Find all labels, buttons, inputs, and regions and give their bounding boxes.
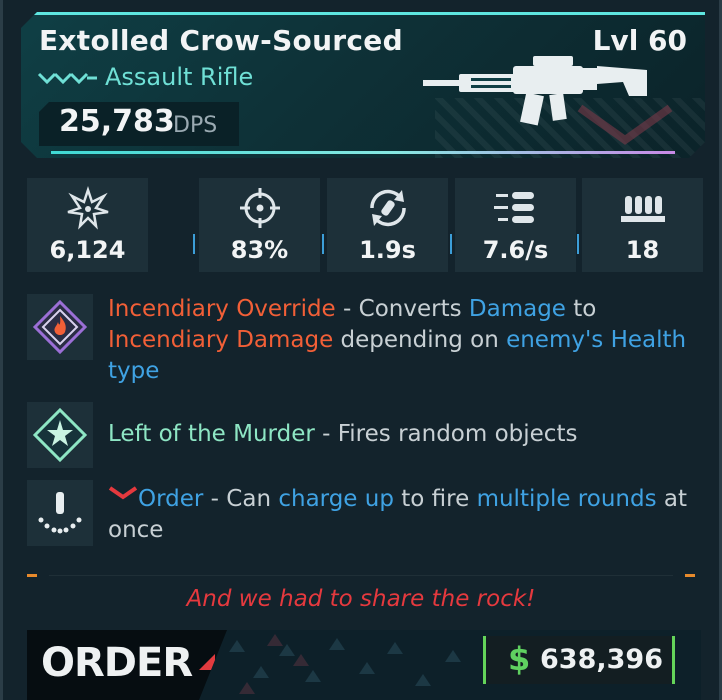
manufacturer-logo-box: ORDER [27,630,227,700]
item-header: Extolled Crow-Sourced Lvl 60 Assault Rif… [21,12,705,158]
perk-text-segment: depending on [333,327,507,353]
order-ammo-icon [38,492,82,534]
item-card: Extolled Crow-Sourced Lvl 60 Assault Rif… [0,0,722,700]
dps-value: 25,783 [59,104,175,139]
perk-keyword: multiple rounds [476,486,657,512]
magazine-icon [620,196,665,222]
perk-description: Order - Can charge up to fire multiple r… [108,484,698,546]
perk-keyword: Incendiary Damage [108,327,334,353]
manufacturer-logo: ORDER [41,640,193,686]
perk-icon-box [27,402,93,468]
stat-separator [450,234,452,254]
stat-separator [577,234,579,254]
reload-icon [369,189,406,227]
stat-separator [322,234,324,254]
rarity-chevrons-icon [37,70,99,86]
perk-icon-box [27,294,93,360]
stats-row: 6,124 83% 1.9s 7.6/s 18 [27,178,703,272]
currency-dollar-icon: $ [508,640,531,678]
footer-triangle-pattern [229,634,461,694]
stat-damage-value: 6,124 [49,236,126,264]
incendiary-element-icon [32,299,88,355]
dps-box: 25,783 DPS [39,102,239,146]
stat-accuracy-value: 83% [230,236,289,264]
stat-separator [193,234,195,254]
perk-description: Incendiary Override - Converts Damage to… [108,294,698,387]
stat-damage: 6,124 [27,178,148,272]
perk-description: Left of the Murder - Fires random object… [108,419,698,450]
divider-tick [27,574,37,577]
gun-perk-star-icon [32,407,88,463]
accuracy-crosshair-icon [239,188,280,228]
perk-name: Incendiary Override [108,296,336,322]
price-box: $ 638,396 [483,636,675,684]
perk-text-segment: to [565,296,597,322]
manufacturer-logo-mark [199,654,215,670]
weapon-name: Extolled Crow-Sourced [39,24,403,57]
divider-tick [685,574,695,577]
stat-fire-rate-value: 7.6/s [482,236,549,264]
perk-text-segment: - Fires random objects [314,421,578,447]
divider-line [49,575,673,576]
perk-name: Order [138,486,204,512]
order-manufacturer-chevron-icon [108,486,138,500]
stat-magazine-value: 18 [625,236,660,264]
stat-fire-rate: 7.6/s [455,178,576,272]
perk-icon-box [27,480,93,546]
stat-reload: 1.9s [327,178,448,272]
perk-text-segment: - Can [203,486,279,512]
perk-keyword: Damage [468,296,566,322]
price-value: 638,396 [540,644,663,675]
stat-accuracy: 83% [199,178,320,272]
perk-text-segment: - Converts [335,296,469,322]
item-footer: ORDER $ 638,396 [27,630,701,700]
perk-text-segment: to fire [393,486,477,512]
flavor-text: And we had to share the rock! [186,586,536,612]
header-gradient-line [51,151,675,154]
dps-unit: DPS [173,113,218,138]
assault-rifle-icon [423,52,647,132]
perk-keyword: charge up [278,486,394,512]
perk-name: Left of the Murder [108,421,315,447]
stat-reload-value: 1.9s [359,236,416,264]
weapon-type: Assault Rifle [105,63,254,91]
stat-magazine: 18 [582,178,703,272]
header-accent-line [21,12,705,15]
fire-rate-icon [493,192,534,223]
damage-burst-icon [67,186,108,230]
